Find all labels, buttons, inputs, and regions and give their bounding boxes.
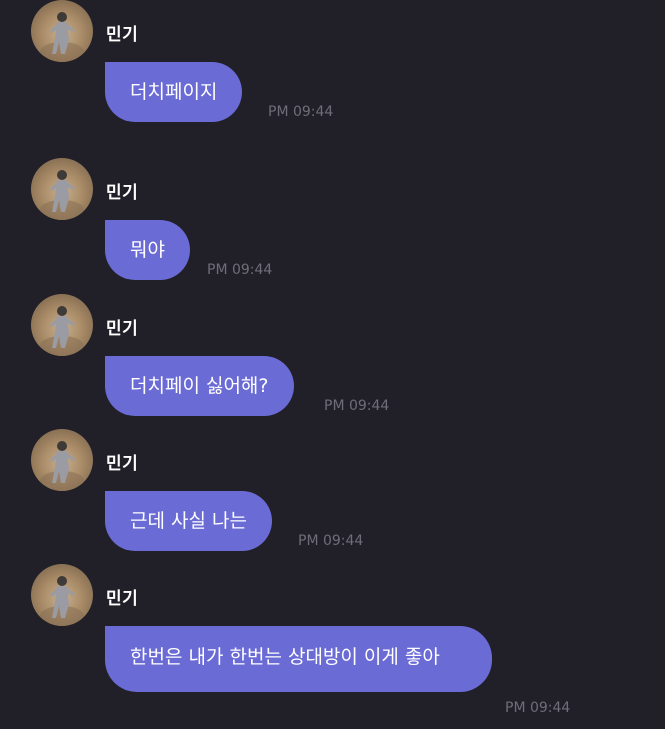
- profile-photo-icon: [40, 170, 84, 220]
- message-time: PM 09:44: [268, 104, 334, 120]
- message-time: PM 09:44: [324, 398, 390, 414]
- chat-log: 민기 더치페이지 PM 09:44 민기 뭐야 PM 09:44 민기 더치페이…: [0, 0, 665, 729]
- sender-name: 민기: [106, 454, 139, 474]
- sender-name: 민기: [106, 25, 139, 45]
- message-time: PM 09:44: [298, 533, 364, 549]
- profile-photo-icon: [40, 306, 84, 356]
- message-time: PM 09:44: [207, 262, 273, 278]
- message-time: PM 09:44: [505, 700, 571, 716]
- profile-photo-icon: [40, 441, 84, 491]
- avatar[interactable]: [31, 0, 93, 62]
- profile-photo-icon: [40, 12, 84, 62]
- sender-name: 민기: [106, 589, 139, 609]
- profile-photo-icon: [40, 576, 84, 626]
- message-bubble[interactable]: 한번은 내가 한번는 상대방이 이게 좋아: [105, 626, 492, 692]
- message-bubble[interactable]: 근데 사실 나는: [105, 491, 272, 551]
- avatar[interactable]: [31, 564, 93, 626]
- avatar[interactable]: [31, 429, 93, 491]
- message-bubble[interactable]: 더치페이 싫어해?: [105, 356, 294, 416]
- avatar[interactable]: [31, 158, 93, 220]
- sender-name: 민기: [106, 319, 139, 339]
- message-bubble[interactable]: 뭐야: [105, 220, 190, 280]
- message-bubble[interactable]: 더치페이지: [105, 62, 243, 122]
- avatar[interactable]: [31, 294, 93, 356]
- sender-name: 민기: [106, 183, 139, 203]
